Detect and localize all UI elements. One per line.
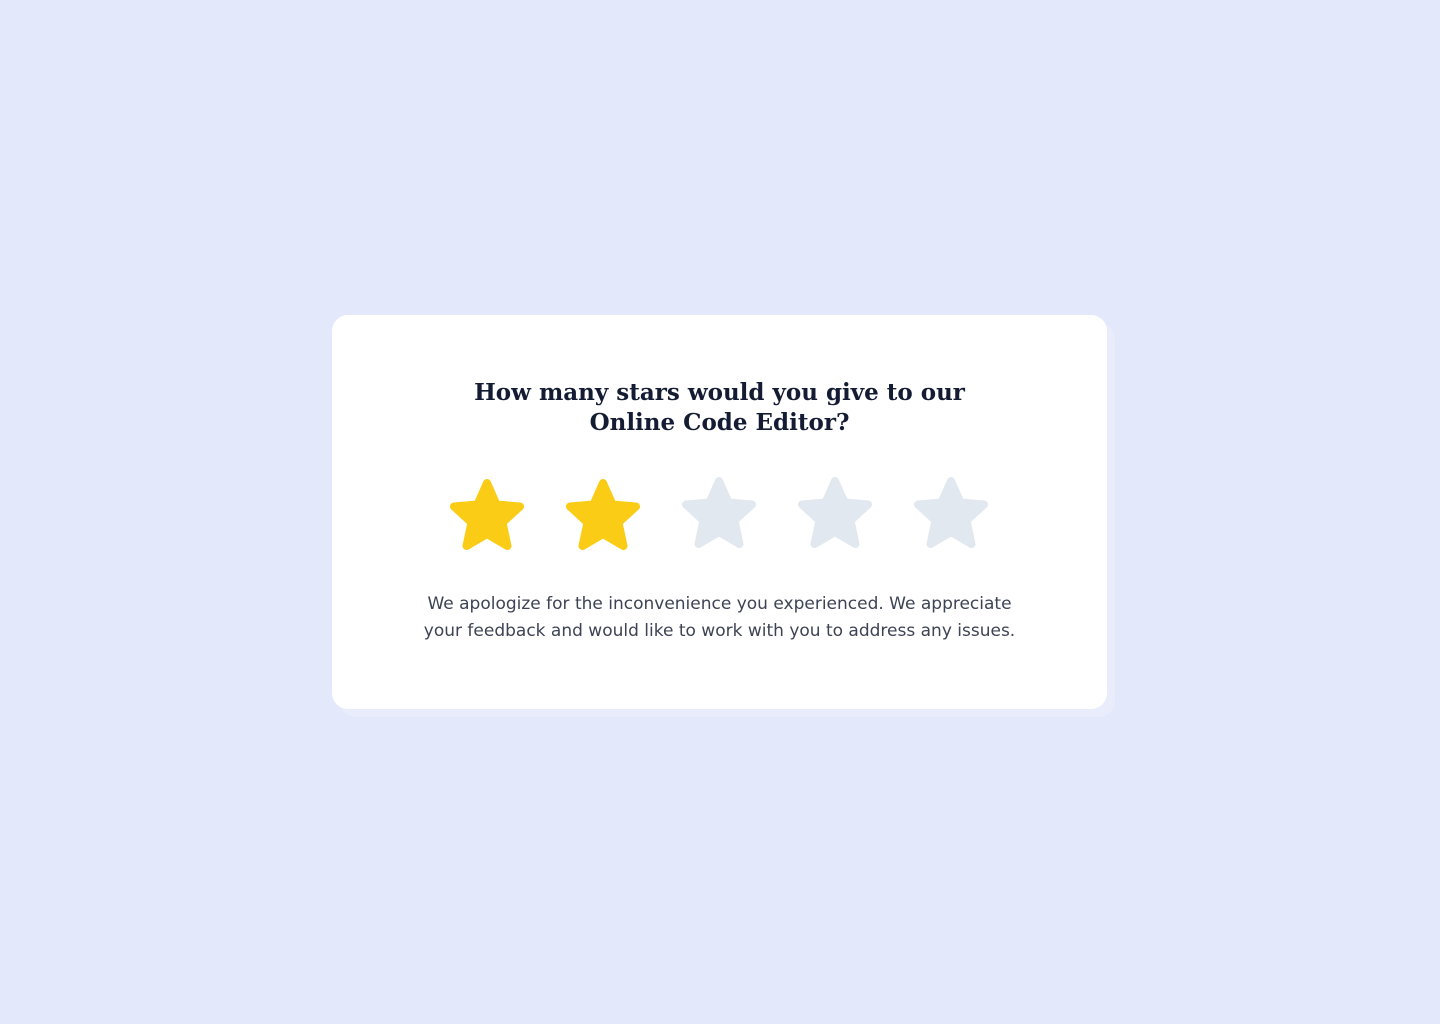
star-5-icon[interactable]: [910, 473, 992, 555]
feedback-message-line-1: We apologize for the inconvenience you e…: [427, 594, 1012, 614]
star-rating: [332, 473, 1107, 555]
rating-question-line-1: How many stars would you give to our: [474, 379, 965, 406]
rating-card: How many stars would you give to our Onl…: [332, 315, 1107, 709]
rating-question: How many stars would you give to our Onl…: [460, 378, 980, 438]
star-1-icon[interactable]: [446, 475, 528, 557]
star-4-icon[interactable]: [794, 473, 876, 555]
rating-question-line-2: Online Code Editor?: [589, 409, 850, 436]
star-2-icon[interactable]: [562, 475, 644, 557]
star-3-icon[interactable]: [678, 473, 760, 555]
feedback-message: We apologize for the inconvenience you e…: [400, 591, 1040, 645]
feedback-message-line-2: your feedback and would like to work wit…: [423, 621, 1016, 641]
